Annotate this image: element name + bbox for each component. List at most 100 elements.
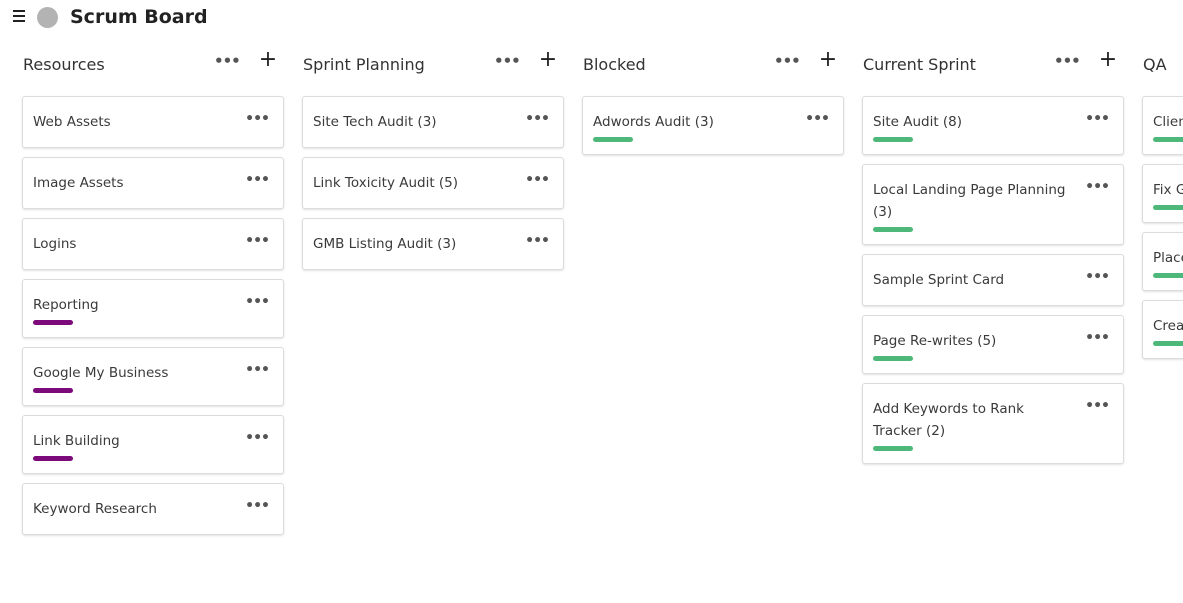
card[interactable]: Keyword Research ••• <box>22 483 284 535</box>
card-title: Link Toxicity Audit (5) <box>313 175 459 191</box>
card-label-green <box>873 446 913 451</box>
card-label-green <box>1153 273 1183 278</box>
card[interactable]: Client••• <box>1142 96 1183 155</box>
card-label-green <box>593 137 633 142</box>
card-title: Adwords Audit (3) <box>593 114 714 130</box>
card-title: Keyword Research <box>33 501 157 517</box>
card-title: GMB Listing Audit (3) <box>313 236 457 252</box>
card[interactable]: Link Building ••• <box>22 415 284 474</box>
card[interactable]: Fix G••• <box>1142 164 1183 223</box>
more-horizontal-icon[interactable]: ••• <box>525 108 550 130</box>
more-horizontal-icon[interactable]: ••• <box>245 495 270 517</box>
more-horizontal-icon[interactable]: ••• <box>245 169 270 191</box>
card-title: Site Tech Audit (3) <box>313 114 437 130</box>
more-horizontal-icon[interactable]: ••• <box>214 50 241 74</box>
more-horizontal-icon[interactable]: ••• <box>1085 108 1110 130</box>
card-label-green <box>1153 341 1183 346</box>
card[interactable]: Reporting ••• <box>22 279 284 338</box>
card-title: Logins <box>33 236 77 252</box>
card-title: Local Landing Page Planning (3) <box>873 182 1066 220</box>
plus-icon[interactable]: + <box>257 49 279 71</box>
column-title: Sprint Planning <box>303 55 425 74</box>
more-horizontal-icon[interactable]: ••• <box>245 359 270 381</box>
column-title: Blocked <box>583 55 646 74</box>
card-title: Crea <box>1153 318 1183 334</box>
card[interactable]: Web Assets ••• <box>22 96 284 148</box>
avatar[interactable] <box>37 7 58 28</box>
card-title: Add Keywords to Rank Tracker (2) <box>873 401 1024 439</box>
card-label-green <box>873 227 913 232</box>
column-header: Sprint Planning ••• + <box>302 44 564 86</box>
card-label-green <box>873 137 913 142</box>
column-current-sprint: Current Sprint ••• + Site Audit (8) ••• Lo… <box>862 44 1124 464</box>
column-qa: QA ••• + Client••• Fix G••• Place••• Crea••… <box>1142 44 1183 359</box>
card-list: Client••• Fix G••• Place••• Crea••• <box>1142 96 1183 368</box>
column-header: Current Sprint ••• + <box>862 44 1124 86</box>
card[interactable]: Site Tech Audit (3) ••• <box>302 96 564 148</box>
more-horizontal-icon[interactable]: ••• <box>245 427 270 449</box>
column-header: QA ••• + <box>1142 44 1183 86</box>
plus-icon[interactable]: + <box>817 49 839 71</box>
more-horizontal-icon[interactable]: ••• <box>1085 176 1110 198</box>
card-label-purple <box>33 388 73 393</box>
card[interactable]: Adwords Audit (3) ••• <box>582 96 844 155</box>
more-horizontal-icon[interactable]: ••• <box>245 108 270 130</box>
column-title: QA <box>1143 55 1167 74</box>
column-header: Resources ••• + <box>22 44 284 86</box>
more-horizontal-icon[interactable]: ••• <box>245 291 270 313</box>
card[interactable]: GMB Listing Audit (3) ••• <box>302 218 564 270</box>
card-title: Place <box>1153 250 1183 266</box>
card-title: Fix G <box>1153 182 1183 198</box>
card[interactable]: Crea••• <box>1142 300 1183 359</box>
more-horizontal-icon[interactable]: ••• <box>494 50 521 74</box>
card-list: Site Tech Audit (3) ••• Link Toxicity Audi… <box>302 96 564 279</box>
card-label-purple <box>33 456 73 461</box>
column-blocked: Blocked ••• + Adwords Audit (3) ••• <box>582 44 844 155</box>
card-title: Site Audit (8) <box>873 114 963 130</box>
card-title: Page Re-writes (5) <box>873 333 997 349</box>
card-title: Web Assets <box>33 114 111 130</box>
more-horizontal-icon[interactable]: ••• <box>1085 395 1110 417</box>
card-list: Web Assets ••• Image Assets ••• Logins ••• Rep… <box>22 96 284 544</box>
card-label-green <box>1153 137 1183 142</box>
more-horizontal-icon[interactable]: ••• <box>1054 50 1081 74</box>
card-title: Link Building <box>33 433 120 449</box>
column-sprint-planning: Sprint Planning ••• + Site Tech Audit (3… <box>302 44 564 270</box>
plus-icon[interactable]: + <box>1097 49 1119 71</box>
plus-icon[interactable]: + <box>537 49 559 71</box>
card-title: Reporting <box>33 297 99 313</box>
card[interactable]: Logins ••• <box>22 218 284 270</box>
card-label-green <box>873 356 913 361</box>
card-title: Client <box>1153 114 1183 130</box>
column-header: Blocked ••• + <box>582 44 844 86</box>
top-bar: Scrum Board <box>0 0 1183 36</box>
more-horizontal-icon[interactable]: ••• <box>1085 327 1110 349</box>
more-horizontal-icon[interactable]: ••• <box>1085 266 1110 288</box>
hamburger-icon[interactable] <box>13 10 25 24</box>
card[interactable]: Page Re-writes (5) ••• <box>862 315 1124 374</box>
card[interactable]: Add Keywords to Rank Tracker (2) ••• <box>862 383 1124 464</box>
card-label-green <box>1153 205 1183 210</box>
card[interactable]: Place••• <box>1142 232 1183 291</box>
card-label-purple <box>33 320 73 325</box>
card[interactable]: Image Assets ••• <box>22 157 284 209</box>
card[interactable]: Site Audit (8) ••• <box>862 96 1124 155</box>
board: Resources ••• + Web Assets ••• Image Asset… <box>0 44 1183 603</box>
card-title: Sample Sprint Card <box>873 272 1005 288</box>
column-title: Resources <box>23 55 105 74</box>
card[interactable]: Sample Sprint Card ••• <box>862 254 1124 306</box>
board-title: Scrum Board <box>70 6 208 28</box>
card[interactable]: Local Landing Page Planning (3) ••• <box>862 164 1124 245</box>
column-title: Current Sprint <box>863 55 976 74</box>
more-horizontal-icon[interactable]: ••• <box>245 230 270 252</box>
more-horizontal-icon[interactable]: ••• <box>774 50 801 74</box>
more-horizontal-icon[interactable]: ••• <box>525 230 550 252</box>
card-list: Site Audit (8) ••• Local Landing Page Plan… <box>862 96 1124 473</box>
card[interactable]: Google My Business ••• <box>22 347 284 406</box>
card[interactable]: Link Toxicity Audit (5) ••• <box>302 157 564 209</box>
more-horizontal-icon[interactable]: ••• <box>525 169 550 191</box>
card-list: Adwords Audit (3) ••• <box>582 96 844 164</box>
more-horizontal-icon[interactable]: ••• <box>805 108 830 130</box>
card-title: Image Assets <box>33 175 124 191</box>
card-title: Google My Business <box>33 365 169 381</box>
